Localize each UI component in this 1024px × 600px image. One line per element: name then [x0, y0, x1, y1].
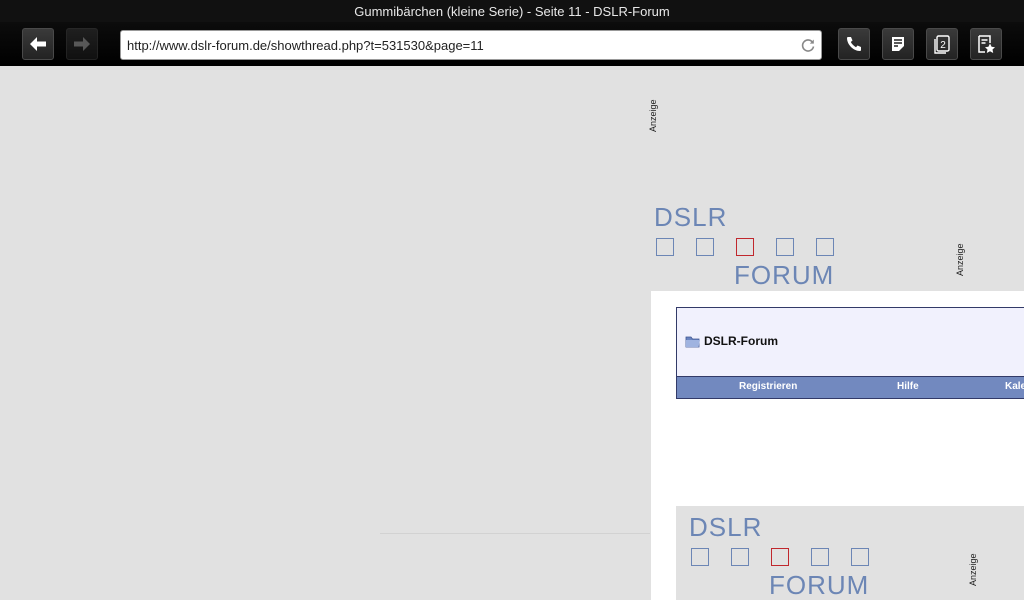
- bookmark-star-icon: [978, 35, 995, 53]
- divider-line: [380, 533, 650, 534]
- nav-link-calendar[interactable]: Kale: [1005, 381, 1024, 392]
- address-bar[interactable]: [120, 30, 822, 60]
- logo-square: [691, 548, 709, 566]
- reload-button[interactable]: [795, 32, 821, 58]
- reload-icon: [801, 39, 815, 52]
- logo-block: DSLR FORUM Anzeige: [676, 506, 1024, 600]
- tabs-count: 2: [940, 40, 946, 51]
- ad-label: Anzeige: [648, 99, 658, 132]
- logo-text-forum: FORUM: [769, 570, 870, 600]
- url-input[interactable]: [121, 32, 795, 58]
- tabs-icon: 2: [934, 35, 950, 54]
- logo-square: [816, 238, 834, 256]
- logo-square: [731, 548, 749, 566]
- bookmarks-button[interactable]: [970, 28, 1002, 60]
- forum-logo[interactable]: DSLR FORUM: [689, 512, 889, 600]
- ad-label: Anzeige: [968, 553, 978, 586]
- window-title: Gummibärchen (kleine Serie) - Seite 11 -…: [0, 0, 1024, 22]
- forum-nav-bar: Registrieren Hilfe Kale: [677, 376, 1024, 398]
- forward-button[interactable]: [66, 28, 98, 60]
- logo-text-forum: FORUM: [734, 260, 835, 290]
- page-viewport: Anzeige Anzeige DSLR FORUM DSLR-Forum Re…: [0, 66, 1024, 600]
- notes-icon: [892, 37, 904, 51]
- forum-title: DSLR-Forum: [704, 334, 778, 348]
- logo-square-red: [736, 238, 754, 256]
- notes-button[interactable]: [882, 28, 914, 60]
- content-panel: DSLR-Forum Registrieren Hilfe Kale DSLR …: [651, 291, 1024, 600]
- back-button[interactable]: [22, 28, 54, 60]
- nav-link-register[interactable]: Registrieren: [739, 381, 797, 392]
- phone-icon: [847, 37, 861, 51]
- logo-square: [656, 238, 674, 256]
- logo-square: [696, 238, 714, 256]
- arrow-left-icon: [30, 37, 46, 51]
- forum-home-link[interactable]: DSLR-Forum: [685, 334, 778, 348]
- tabs-button[interactable]: 2: [926, 28, 958, 60]
- phone-button[interactable]: [838, 28, 870, 60]
- logo-square-red: [771, 548, 789, 566]
- forum-header: DSLR-Forum Registrieren Hilfe Kale: [676, 307, 1024, 399]
- logo-square: [811, 548, 829, 566]
- nav-link-help[interactable]: Hilfe: [897, 381, 919, 392]
- ad-label: Anzeige: [955, 243, 965, 276]
- logo-text-dslr: DSLR: [689, 512, 763, 542]
- forum-logo[interactable]: DSLR FORUM: [654, 202, 854, 292]
- logo-square: [851, 548, 869, 566]
- logo-square: [776, 238, 794, 256]
- folder-icon: [685, 336, 700, 348]
- browser-toolbar: 2: [0, 22, 1024, 66]
- logo-text-dslr: DSLR: [654, 202, 728, 232]
- arrow-right-icon: [74, 37, 90, 51]
